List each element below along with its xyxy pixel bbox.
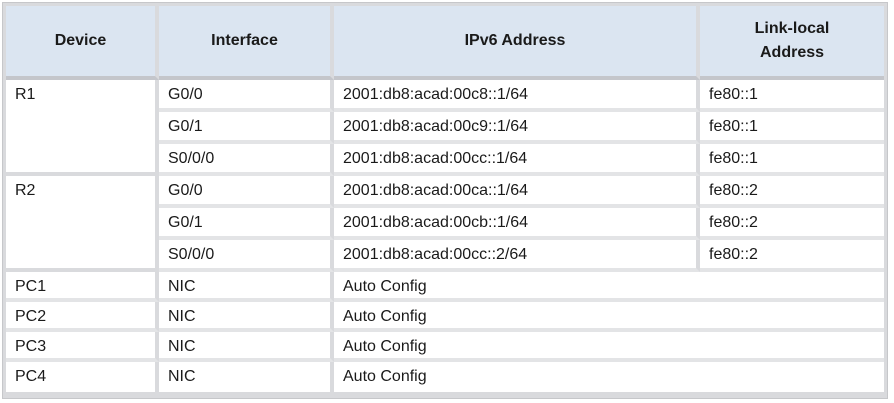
device-cell-r1: R1	[6, 80, 159, 176]
ipv6-cell: 2001:db8:acad:00c9::1/64	[334, 112, 700, 144]
ipv6-cell: 2001:db8:acad:00c8::1/64	[334, 80, 700, 112]
header-device: Device	[6, 6, 159, 80]
ipv6-cell: 2001:db8:acad:00cc::1/64	[334, 144, 700, 176]
interface-cell: G0/1	[159, 112, 334, 144]
interface-cell: NIC	[159, 272, 334, 302]
address-cell: Auto Config	[334, 302, 884, 332]
table-row: PC2 NIC Auto Config	[6, 302, 884, 332]
link-local-cell: fe80::1	[700, 80, 884, 112]
link-local-cell: fe80::2	[700, 240, 884, 272]
interface-cell: NIC	[159, 302, 334, 332]
header-ipv6-address: IPv6 Address	[334, 6, 700, 80]
table-row: PC4 NIC Auto Config	[6, 362, 884, 392]
device-cell-r2: R2	[6, 176, 159, 272]
interface-cell: NIC	[159, 332, 334, 362]
interface-cell: G0/0	[159, 80, 334, 112]
table-row: R2 G0/0 2001:db8:acad:00ca::1/64 fe80::2	[6, 176, 884, 272]
header-interface: Interface	[159, 6, 334, 80]
link-local-cell: fe80::1	[700, 112, 884, 144]
device-cell: PC4	[6, 362, 159, 392]
interface-cell: NIC	[159, 362, 334, 392]
addressing-table-frame: Device Interface IPv6 Address Link-local…	[2, 2, 888, 399]
table-row: PC1 NIC Auto Config	[6, 272, 884, 302]
interface-cell: S0/0/0	[159, 144, 334, 176]
link-local-cell: fe80::2	[700, 208, 884, 240]
header-link-local-address: Link-local Address	[700, 6, 884, 80]
interface-cell: S0/0/0	[159, 240, 334, 272]
link-local-cell: fe80::2	[700, 176, 884, 208]
address-cell: Auto Config	[334, 332, 884, 362]
ipv6-cell: 2001:db8:acad:00cb::1/64	[334, 208, 700, 240]
device-cell: PC3	[6, 332, 159, 362]
link-local-cell: fe80::1	[700, 144, 884, 176]
device-cell: PC1	[6, 272, 159, 302]
address-cell: Auto Config	[334, 272, 884, 302]
interface-cell: G0/1	[159, 208, 334, 240]
device-cell: PC2	[6, 302, 159, 332]
address-cell: Auto Config	[334, 362, 884, 392]
header-row: Device Interface IPv6 Address Link-local…	[6, 6, 884, 80]
table-row: PC3 NIC Auto Config	[6, 332, 884, 362]
ipv6-cell: 2001:db8:acad:00cc::2/64	[334, 240, 700, 272]
interface-cell: G0/0	[159, 176, 334, 208]
ipv6-cell: 2001:db8:acad:00ca::1/64	[334, 176, 700, 208]
addressing-table: Device Interface IPv6 Address Link-local…	[6, 6, 884, 392]
table-row: R1 G0/0 2001:db8:acad:00c8::1/64 fe80::1	[6, 80, 884, 176]
